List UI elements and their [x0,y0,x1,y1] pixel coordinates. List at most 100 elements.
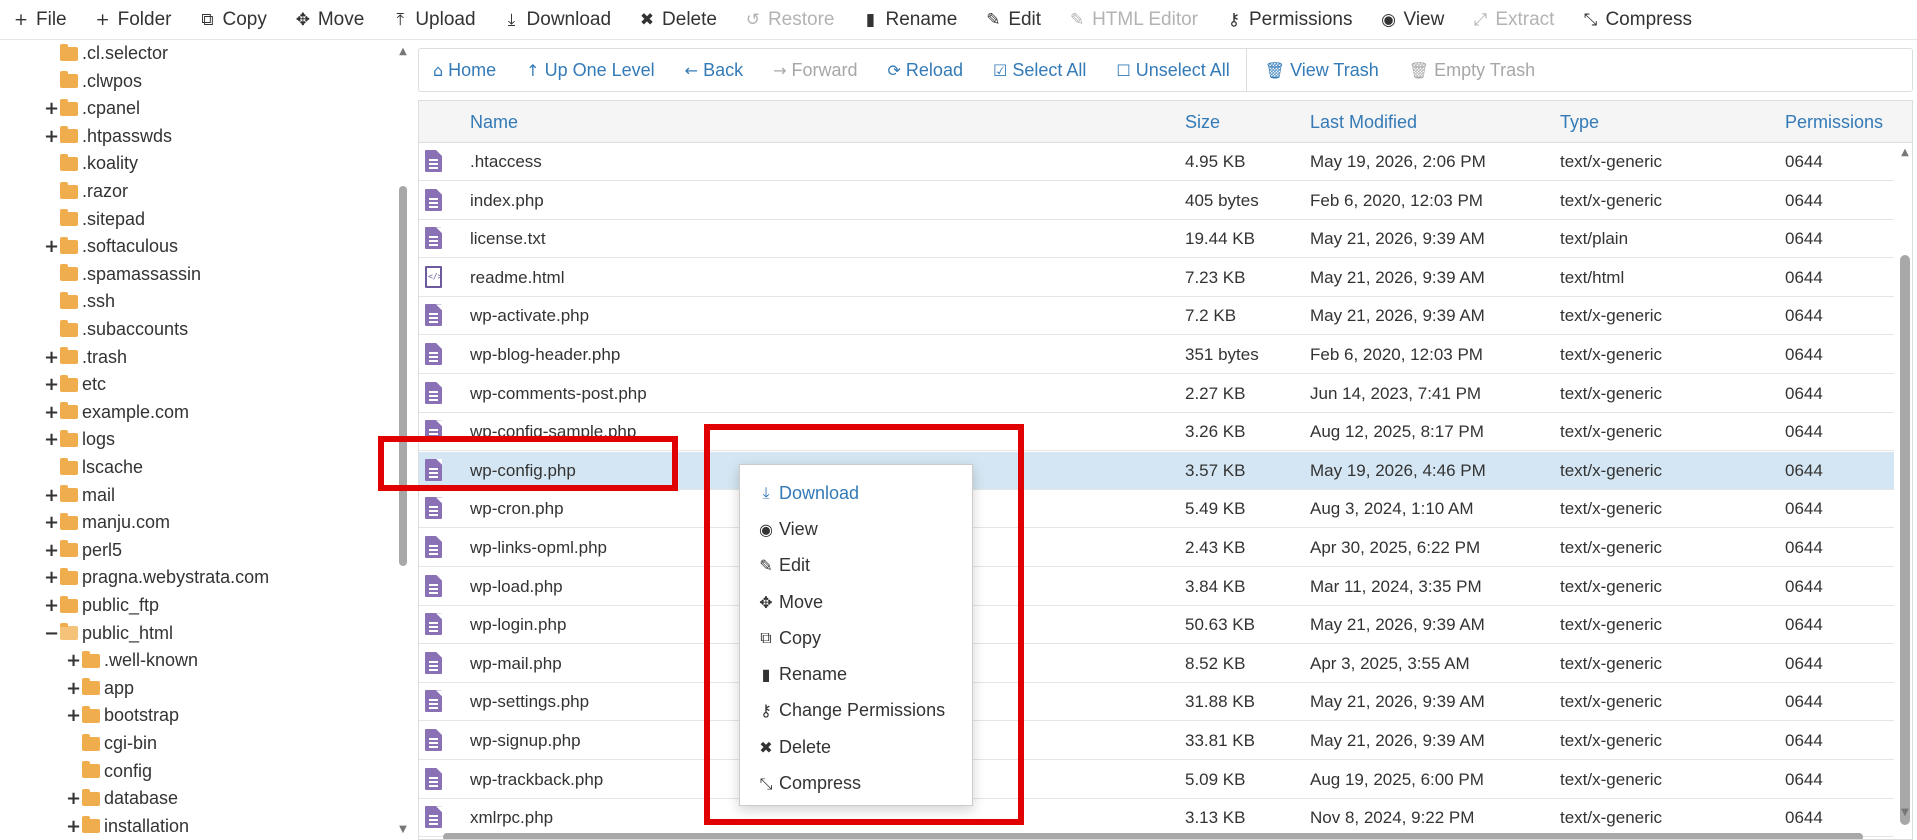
context-menu-download[interactable]: ⤓ Download [740,475,972,511]
tree-item-database[interactable]: + database [66,785,178,812]
tree-scroll-thumb[interactable] [399,186,407,566]
tree-item-manju-com[interactable]: + manju.com [44,509,170,536]
toolbar-upload-button[interactable]: ⤒ Upload [391,0,476,40]
tree-item-logs[interactable]: + logs [44,426,115,453]
table-row[interactable]: index.php 405 bytes Feb 6, 2020, 12:03 PM t… [419,181,1894,220]
context-menu-view[interactable]: ◉ View [740,511,972,547]
tree-item-example-com[interactable]: + example.com [44,399,189,426]
tree-item-koality[interactable]: .koality [44,150,138,177]
table-row[interactable]: wp-trackback.php 5.09 KB Aug 19, 2025, 6:0… [419,760,1894,799]
expand-icon[interactable]: + [44,98,59,119]
tree-item-subaccounts[interactable]: .subaccounts [44,316,188,343]
tree-item-htpasswds[interactable]: + .htpasswds [44,123,172,150]
context-menu-change-permissions[interactable]: ⚷ Change Permissions [740,693,972,729]
tree-item-public-html[interactable]: − public_html [44,620,173,647]
nav-home-button[interactable]: ⌂ Home [433,60,496,81]
nav-up-one-level-button[interactable]: ↑ Up One Level [526,60,654,81]
expand-icon[interactable]: + [44,374,59,395]
context-menu-rename[interactable]: ▮ Rename [740,656,972,692]
tree-item-bootstrap[interactable]: + bootstrap [66,702,179,729]
tree-item-trash[interactable]: + .trash [44,344,127,371]
tree-item-well-known[interactable]: + .well-known [66,647,198,674]
column-header-name[interactable]: Name [470,101,518,143]
tree-item-app[interactable]: + app [66,675,134,702]
column-header-permissions[interactable]: Permissions [1785,101,1883,143]
toolbar-copy-button[interactable]: ⧉ Copy [198,0,266,40]
tree-item-config[interactable]: config [66,758,152,785]
scroll-up-icon[interactable]: ▲ [1897,147,1912,158]
context-menu-move[interactable]: ✥ Move [740,584,972,620]
tree-item-cgi-bin[interactable]: cgi-bin [66,730,157,757]
scroll-down-icon[interactable]: ▼ [1897,807,1912,818]
horizontal-scroll-thumb[interactable] [443,833,1863,839]
toolbar-rename-button[interactable]: ▮ Rename [861,0,958,40]
table-row[interactable]: wp-signup.php 33.81 KB May 21, 2026, 9:39 … [419,722,1894,760]
expand-icon[interactable]: + [44,236,59,257]
table-row[interactable]: wp-load.php 3.84 KB Mar 11, 2024, 3:35 PM t… [419,567,1894,606]
scroll-down-icon[interactable]: ▼ [397,824,409,835]
toolbar-restore-button[interactable]: ↺ Restore [744,0,835,40]
tree-item-razor[interactable]: .razor [44,178,128,205]
expand-icon[interactable]: + [44,595,59,616]
toolbar-folder-button[interactable]: + Folder [94,0,172,40]
table-row[interactable]: license.txt 19.44 KB May 21, 2026, 9:39 AM… [419,220,1894,259]
tree-item-cpanel[interactable]: + .cpanel [44,95,140,122]
tree-item-ssh[interactable]: .ssh [44,288,115,315]
tree-item-mail[interactable]: + mail [44,482,115,509]
scroll-up-icon[interactable]: ▲ [397,46,409,57]
nav-empty-trash-button[interactable]: 🗑 Empty Trash [1409,60,1535,81]
tree-item-softaculous[interactable]: + .softaculous [44,233,178,260]
table-row[interactable]: wp-activate.php 7.2 KB May 21, 2026, 9:39 … [419,297,1894,336]
toolbar-edit-button[interactable]: ✎ Edit [984,0,1041,40]
expand-icon[interactable]: + [44,512,59,533]
tree-item-public-ftp[interactable]: + public_ftp [44,592,159,619]
context-menu-compress[interactable]: ⤡ Compress [740,765,972,801]
expand-icon[interactable]: + [66,678,81,699]
nav-forward-button[interactable]: → Forward [773,60,857,81]
expand-icon[interactable]: + [44,126,59,147]
context-menu-delete[interactable]: ✖ Delete [740,729,972,765]
expand-icon[interactable]: + [66,705,81,726]
table-row[interactable]: wp-config-sample.php 3.26 KB Aug 12, 2025,… [419,413,1894,452]
expand-icon[interactable]: + [44,540,59,561]
column-header-last-modified[interactable]: Last Modified [1310,101,1417,143]
tree-item-etc[interactable]: + etc [44,371,106,398]
context-menu-edit[interactable]: ✎ Edit [740,548,972,584]
expand-icon[interactable]: + [66,650,81,671]
tree-item-lscache[interactable]: lscache [44,454,143,481]
table-row[interactable]: wp-config.php 3.57 KB May 19, 2026, 4:46 P… [419,451,1894,490]
toolbar-html-editor-button[interactable]: ✎ HTML Editor [1068,0,1198,40]
collapse-icon[interactable]: − [44,623,59,644]
table-row[interactable]: wp-settings.php 31.88 KB May 21, 2026, 9:3… [419,683,1894,722]
expand-icon[interactable]: + [44,429,59,450]
tree-item-pragna-webystrata-com[interactable]: + pragna.webystrata.com [44,564,269,591]
table-row[interactable]: wp-blog-header.php 351 bytes Feb 6, 2020, … [419,336,1894,374]
expand-icon[interactable]: + [44,402,59,423]
expand-icon[interactable]: + [66,816,81,837]
table-row[interactable]: wp-links-opml.php 2.43 KB Apr 30, 2025, 6:… [419,529,1894,567]
table-row[interactable]: readme.html 7.23 KB May 21, 2026, 9:39 AM t… [419,258,1894,297]
toolbar-view-button[interactable]: ◉ View [1379,0,1444,40]
expand-icon[interactable]: + [44,485,59,506]
tree-item-spamassassin[interactable]: .spamassassin [44,261,201,288]
table-row[interactable]: wp-login.php 50.63 KB May 21, 2026, 9:39 A… [419,606,1894,645]
nav-select-all-button[interactable]: ☑ Select All [993,60,1086,81]
column-header-type[interactable]: Type [1560,101,1599,143]
tree-item-sitepad[interactable]: .sitepad [44,206,145,233]
tree-item-clwpos[interactable]: .clwpos [44,68,142,95]
toolbar-permissions-button[interactable]: ⚷ Permissions [1225,0,1353,40]
toolbar-extract-button[interactable]: ⤢ Extract [1471,0,1555,40]
tree-item-installation[interactable]: + installation [66,813,189,840]
column-header-size[interactable]: Size [1185,101,1220,143]
table-row[interactable]: wp-cron.php 5.49 KB Aug 3, 2024, 1:10 AM te… [419,490,1894,529]
expand-icon[interactable]: + [44,347,59,368]
toolbar-move-button[interactable]: ✥ Move [294,0,365,40]
nav-reload-button[interactable]: ⟳ Reload [888,60,963,81]
toolbar-download-button[interactable]: ⤓ Download [503,0,611,40]
tree-item-perl5[interactable]: + perl5 [44,537,122,564]
expand-icon[interactable]: + [44,567,59,588]
toolbar-compress-button[interactable]: ⤡ Compress [1581,0,1692,40]
table-row[interactable]: wp-comments-post.php 2.27 KB Jun 14, 2023,… [419,374,1894,413]
table-scroll-thumb[interactable] [1900,255,1910,825]
nav-unselect-all-button[interactable]: ☐ Unselect All [1116,60,1229,81]
